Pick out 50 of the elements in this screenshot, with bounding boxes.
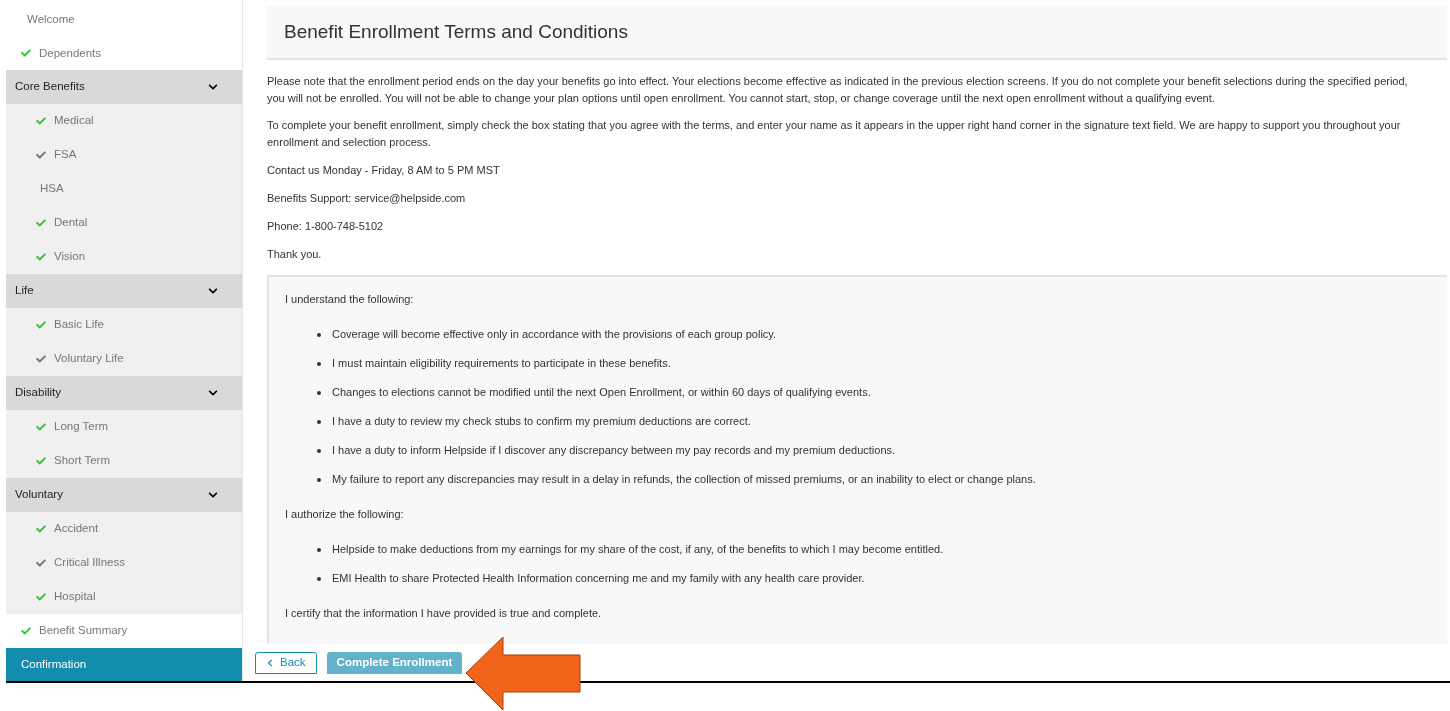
bullet-icon (317, 576, 321, 581)
paragraph: Phone: 1-800-748-5102 (267, 219, 385, 234)
bullet-icon (317, 477, 321, 482)
complete-enrollment-button[interactable]: Complete Enrollment (326, 652, 463, 674)
terms-heading: I authorize the following: (285, 507, 405, 522)
sidebar-item[interactable]: Basic Life (6, 308, 242, 342)
sidebar-item[interactable]: Vision (6, 240, 242, 274)
sidebar-group-header[interactable]: Voluntary (6, 478, 242, 512)
bullet-icon (317, 419, 321, 424)
terms-item: I must maintain eligibility requirements to participate in these benefits. (332, 356, 671, 372)
chevron-icon (208, 82, 218, 92)
sidebar-group-header[interactable]: Core Benefits (6, 70, 242, 104)
paragraph: Thank you. (267, 247, 323, 262)
bullet-icon (317, 448, 321, 453)
chevron-left-icon (266, 659, 274, 667)
terms-heading: I certify that the information I have provided is true and complete. (285, 606, 603, 621)
terms-item: My failure to report any discrepancies may result in a delay in refunds, the collection of missed premiums, or an inability to elect or change plans. (332, 472, 1036, 488)
sidebar-item[interactable]: Long Term (6, 410, 242, 444)
terms-item: Helpside to make deductions from my earnings for my share of the cost, if any, of the benefits to which I may become entitled. (332, 542, 944, 558)
sidebar-item[interactable]: Accident (6, 512, 242, 546)
sidebar-item[interactable]: FSA (6, 138, 242, 172)
terms-item: I have a duty to inform Helpside if I discover any discrepancy between my pay records and my premium deductions. (332, 443, 896, 459)
sidebar-group-header[interactable]: Disability (6, 376, 242, 410)
sidebar-item[interactable]: Confirmation (6, 647, 242, 681)
sidebar-item[interactable]: Critical Illness (6, 546, 242, 580)
bullet-icon (317, 332, 321, 337)
paragraph: Benefits Support: service@helpside.com (267, 191, 467, 206)
chevron-icon (208, 286, 218, 296)
chevron-icon (208, 490, 218, 500)
paragraph: Contact us Monday - Friday, 8 AM to 5 PM MST (267, 163, 501, 178)
bullet-icon (317, 390, 321, 395)
paragraph: To complete your benefit enrollment, simply check the box stating that you agree with the terms, and enter your name as it appears in the upper right hand corner in the signature text field. We are happy to support you throughout your enrollment and selection process. (267, 118, 1402, 150)
bullet-icon (317, 547, 321, 552)
terms-item: I have a duty to review my check stubs to confirm my premium deductions are correct. (332, 414, 751, 430)
sidebar-group-header[interactable]: Life (6, 274, 242, 308)
sidebar-item[interactable]: Voluntary Life (6, 342, 242, 376)
page-title: Benefit Enrollment Terms and Conditions (284, 19, 628, 44)
sidebar-item[interactable]: Hospital (6, 580, 242, 614)
terms-item: EMI Health to share Protected Health Information concerning me and my family with any health care provider. (332, 571, 865, 587)
sidebar-item[interactable]: Dental (6, 206, 242, 240)
sidebar-item[interactable]: HSA (6, 172, 242, 206)
back-button[interactable]: Back (255, 652, 317, 674)
bullet-icon (317, 361, 321, 366)
terms-item: Changes to elections cannot be modified until the next Open Enrollment, or within 60 days of qualifying events. (332, 385, 871, 401)
terms-item: Coverage will become effective only in accordance with the provisions of each group policy. (332, 327, 777, 343)
terms-heading: I understand the following: (285, 292, 415, 307)
sidebar-item[interactable]: Short Term (6, 444, 242, 478)
paragraph: Please note that the enrollment period ends on the day your benefits go into effect. Your elections become effective as indicated in the previous election screens. If you do not complete your benefit selections during the specified period, you will not be enrolled. You will not be able to change your plan options until open enrollment. You cannot start, stop, or change coverage until the next open enrollment without a qualifying event. (267, 74, 1409, 106)
chevron-icon (208, 388, 218, 398)
sidebar-item[interactable]: Medical (6, 104, 242, 138)
